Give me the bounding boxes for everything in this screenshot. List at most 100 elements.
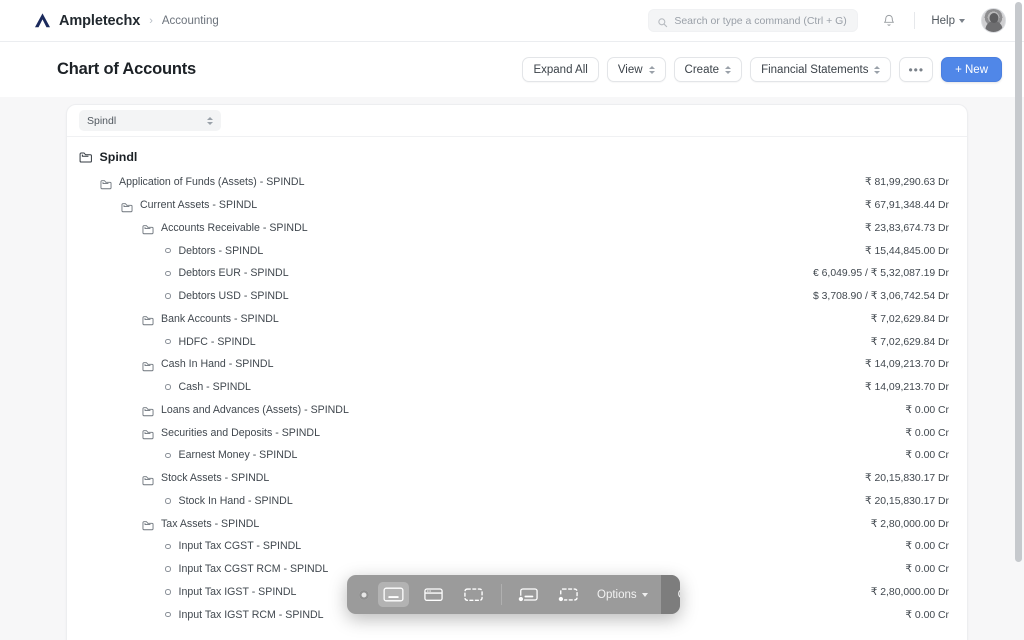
navbar-divider (914, 12, 915, 29)
account-name: Debtors EUR - SPINDL (179, 267, 289, 279)
account-name: Input Tax IGST RCM - SPINDL (179, 609, 324, 621)
account-balance: ₹ 20,15,830.17 Dr (845, 472, 949, 484)
drag-grip-icon[interactable] (359, 590, 369, 600)
expand-all-button[interactable]: Expand All (522, 57, 598, 82)
select-updown-icon (207, 117, 213, 125)
folder-icon (142, 313, 154, 324)
capture-entire-screen-icon[interactable] (378, 582, 409, 607)
tree-row[interactable]: Bank Accounts - SPINDL₹ 7,02,629.84 Dr (67, 308, 967, 331)
tree-row-label-group: Tax Assets - SPINDL (79, 518, 259, 530)
page-title: Chart of Accounts (57, 60, 196, 79)
folder-icon (142, 404, 154, 415)
app-root: Ampletechx › Accounting Search or type a… (0, 0, 1024, 640)
tree-row[interactable]: Stock Assets - SPINDL ₹ 20,15,830.17 Dr (67, 467, 967, 490)
tree-row[interactable]: Cash In Hand - SPINDL₹ 14,09,213.70 Dr (67, 353, 967, 376)
tree-row[interactable]: Debtors EUR - SPINDL € 6,049.95 / ₹ 5,32,… (67, 262, 967, 285)
account-name: Accounts Receivable - SPINDL (161, 222, 308, 234)
capture-toolbar-divider (501, 584, 502, 605)
leaf-bullet-icon (165, 498, 171, 504)
tree-row[interactable]: Cash - SPINDL ₹ 14,09,213.70 Dr (67, 376, 967, 399)
tree-row[interactable]: Debtors - SPINDL₹ 15,44,845.00 Dr (67, 239, 967, 262)
capture-button-label: Capture (678, 589, 680, 601)
account-balance: ₹ 14,09,213.70 Dr (845, 381, 949, 393)
brand-breadcrumb: Ampletechx › Accounting (33, 11, 219, 30)
account-name: HDFC - SPINDL (179, 336, 256, 348)
new-label: + New (955, 64, 988, 76)
more-options-icon: ••• (908, 63, 924, 77)
more-options-button[interactable]: ••• (899, 57, 933, 82)
folder-icon (142, 473, 154, 484)
tree-row-label-group: Securities and Deposits - SPINDL (79, 427, 320, 439)
capture-window-icon[interactable] (418, 582, 449, 607)
sort-updown-icon (649, 66, 655, 74)
search-placeholder: Search or type a command (Ctrl + G) (674, 15, 846, 27)
notification-bell-icon[interactable] (882, 13, 896, 28)
financial-statements-button[interactable]: Financial Statements (750, 57, 891, 82)
ampletechx-logo-icon[interactable] (33, 11, 52, 30)
account-balance: ₹ 0.00 Cr (885, 404, 949, 416)
account-balance: ₹ 2,80,000.00 Dr (851, 518, 949, 530)
account-balance: € 6,049.95 / ₹ 5,32,087.19 Dr (793, 267, 949, 279)
tree-row[interactable]: Spindl (67, 143, 967, 171)
capture-options-label: Options (597, 589, 637, 601)
tree-row[interactable]: Loans and Advances (Assets) - SPINDL ₹ 0.… (67, 399, 967, 422)
tree-row-label-group: Application of Funds (Assets) - SPINDL (79, 176, 304, 188)
tree-row-label-group: Input Tax IGST RCM - SPINDL (79, 609, 324, 621)
account-balance: ₹ 7,02,629.84 Dr (851, 336, 949, 348)
tree-row-label-group: Stock Assets - SPINDL (79, 472, 269, 484)
account-name: Stock Assets - SPINDL (161, 472, 269, 484)
leaf-bullet-icon (165, 566, 171, 572)
capture-button[interactable]: Capture (661, 575, 680, 614)
record-selection-icon[interactable] (553, 582, 584, 607)
account-balance: ₹ 15,44,845.00 Dr (845, 245, 949, 257)
folder-icon (121, 200, 133, 211)
account-name: Input Tax CGST - SPINDL (179, 540, 302, 552)
tree-row-label-group: Cash - SPINDL (79, 381, 251, 393)
tree-row[interactable]: Accounts Receivable - SPINDL₹ 23,83,674.… (67, 217, 967, 240)
account-balance: ₹ 0.00 Cr (885, 540, 949, 552)
company-filter-select[interactable]: Spindl (79, 110, 221, 131)
account-name: Cash - SPINDL (179, 381, 251, 393)
account-balance: ₹ 0.00 Cr (885, 449, 949, 461)
tree-row[interactable]: Securities and Deposits - SPINDL₹ 0.00 C… (67, 421, 967, 444)
page-toolbar: Expand All View Create Financial Stateme… (522, 57, 1002, 82)
page-scrollbar[interactable] (1015, 2, 1022, 562)
account-name: Earnest Money - SPINDL (179, 449, 298, 461)
view-label: View (618, 64, 643, 76)
folder-icon (142, 359, 154, 370)
tree-row-label-group: Earnest Money - SPINDL (79, 449, 297, 461)
folder-icon (142, 222, 154, 233)
create-button[interactable]: Create (674, 57, 743, 82)
tree-row[interactable]: Stock In Hand - SPINDL₹ 20,15,830.17 Dr (67, 490, 967, 513)
filter-row: Spindl (67, 105, 967, 137)
breadcrumb-item-accounting[interactable]: Accounting (162, 15, 219, 27)
tree-row[interactable]: Application of Funds (Assets) - SPINDL₹ … (67, 171, 967, 194)
tree-row-label-group: Current Assets - SPINDL (79, 199, 257, 211)
tree-row[interactable]: Earnest Money - SPINDL ₹ 0.00 Cr (67, 444, 967, 467)
new-button[interactable]: + New (941, 57, 1002, 82)
account-name: Input Tax IGST - SPINDL (179, 586, 297, 598)
account-name: Loans and Advances (Assets) - SPINDL (161, 404, 349, 416)
screenshot-capture-toolbar: Options Capture (347, 575, 680, 614)
tree-row[interactable]: Input Tax CGST - SPINDL ₹ 0.00 Cr (67, 535, 967, 558)
capture-selection-icon[interactable] (458, 582, 489, 607)
tree-row[interactable]: HDFC - SPINDL ₹ 7,02,629.84 Dr (67, 330, 967, 353)
folder-icon (142, 518, 154, 529)
account-balance: ₹ 20,15,830.17 Dr (845, 495, 949, 507)
tree-row[interactable]: Tax Assets - SPINDL ₹ 2,80,000.00 Dr (67, 512, 967, 535)
record-entire-screen-icon[interactable] (513, 582, 544, 607)
help-menu[interactable]: Help (931, 15, 965, 27)
tree-row-label-group: Spindl (79, 150, 137, 164)
chevron-down-icon (642, 593, 648, 597)
capture-options-button[interactable]: Options (584, 575, 661, 614)
leaf-bullet-icon (165, 293, 171, 299)
brand-name[interactable]: Ampletechx (59, 13, 140, 29)
tree-row[interactable]: Current Assets - SPINDL₹ 67,91,348.44 Dr (67, 194, 967, 217)
avatar[interactable] (981, 8, 1006, 33)
company-filter-value: Spindl (87, 115, 116, 127)
search-input[interactable]: Search or type a command (Ctrl + G) (648, 9, 858, 32)
tree-row-label-group: HDFC - SPINDL (79, 336, 256, 348)
tree-row[interactable]: Debtors USD - SPINDL$ 3,708.90 / ₹ 3,06,… (67, 285, 967, 308)
view-button[interactable]: View (607, 57, 666, 82)
account-name: Cash In Hand - SPINDL (161, 358, 273, 370)
